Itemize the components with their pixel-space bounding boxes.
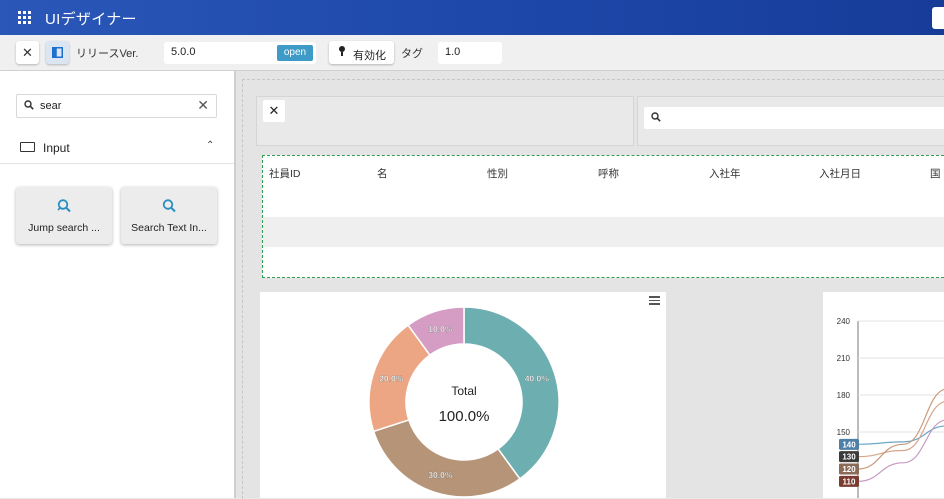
column-header[interactable]: 呼称 bbox=[598, 166, 619, 181]
component-label: Search Text In... bbox=[131, 222, 207, 234]
column-header[interactable]: 性別 bbox=[487, 166, 508, 181]
version-input[interactable]: 5.0.0 open bbox=[164, 42, 316, 64]
enable-label: 有効化 bbox=[353, 50, 386, 62]
column-header[interactable]: 入社年 bbox=[709, 166, 741, 181]
clear-search-icon[interactable]: ✕ bbox=[197, 97, 209, 114]
close-button[interactable]: ✕ bbox=[16, 41, 39, 64]
canvas-close-button[interactable]: ✕ bbox=[263, 100, 285, 122]
value-label: 120 bbox=[842, 465, 856, 474]
component-sidebar: sear ✕ Input ⌃ Jump search ... Search Te… bbox=[0, 71, 235, 498]
donut-slice-label: 10.0% bbox=[428, 324, 453, 334]
open-button[interactable]: open bbox=[277, 45, 313, 61]
series-line bbox=[857, 425, 944, 445]
column-header[interactable]: 名 bbox=[377, 166, 388, 181]
tag-label: タグ bbox=[401, 48, 423, 60]
toolbar: ✕ リリースVer. 5.0.0 open 有効化 タグ 1.0 bbox=[0, 35, 944, 71]
toggle-panel-button[interactable] bbox=[46, 41, 69, 64]
column-header[interactable]: 社員ID bbox=[269, 166, 301, 181]
donut-slice-label: 20.0% bbox=[379, 373, 404, 383]
header-action-button[interactable] bbox=[932, 7, 944, 29]
canvas-search-input[interactable] bbox=[644, 107, 944, 129]
y-tick-label: 180 bbox=[837, 391, 851, 400]
employee-table[interactable]: 社員ID 名 性別 呼称 入社年 入社月日 国 bbox=[262, 155, 944, 278]
panel-toggle-icon bbox=[52, 47, 63, 58]
layout-cell[interactable] bbox=[256, 96, 634, 146]
tag-input[interactable]: 1.0 bbox=[438, 42, 502, 64]
table-row[interactable] bbox=[263, 187, 944, 218]
table-row[interactable] bbox=[263, 247, 944, 277]
donut-center-label: Total bbox=[451, 384, 476, 398]
close-icon: ✕ bbox=[22, 44, 33, 60]
version-value: 5.0.0 bbox=[171, 46, 196, 58]
y-tick-label: 150 bbox=[837, 428, 851, 437]
input-icon bbox=[20, 142, 35, 152]
donut-slice[interactable] bbox=[372, 418, 521, 498]
column-header[interactable]: 国 bbox=[930, 166, 941, 181]
tag-value: 1.0 bbox=[445, 46, 461, 58]
category-label: Input bbox=[43, 141, 70, 155]
apps-grid-icon[interactable] bbox=[18, 11, 31, 24]
component-search-input[interactable]: sear ✕ bbox=[16, 94, 217, 118]
pin-icon bbox=[339, 46, 345, 56]
series-line bbox=[857, 389, 944, 470]
enable-button[interactable]: 有効化 bbox=[329, 41, 394, 64]
donut-slice[interactable] bbox=[463, 306, 560, 480]
table-header: 社員ID 名 性別 呼称 入社年 入社月日 国 bbox=[263, 156, 944, 188]
app-title: UIデザイナー bbox=[45, 11, 137, 28]
component-jump-search[interactable]: Jump search ... bbox=[16, 187, 112, 244]
close-icon: ✕ bbox=[268, 103, 280, 118]
search-icon bbox=[162, 199, 176, 213]
series-line bbox=[857, 401, 944, 458]
search-icon bbox=[651, 112, 661, 122]
y-tick-label: 210 bbox=[837, 354, 851, 363]
jump-search-icon bbox=[57, 199, 71, 213]
donut-center-value: 100.0% bbox=[439, 408, 490, 425]
chevron-up-icon[interactable]: ⌃ bbox=[206, 140, 214, 151]
app-header: UIデザイナー bbox=[0, 0, 944, 35]
category-input[interactable]: Input ⌃ bbox=[0, 133, 234, 164]
search-query: sear bbox=[40, 100, 62, 112]
release-version-label: リリースVer. bbox=[76, 48, 139, 60]
line-chart: 240 210 180 150 140 130 120 110 bbox=[837, 317, 944, 498]
donut-slice-label: 30.0% bbox=[428, 470, 453, 480]
value-label: 130 bbox=[842, 453, 856, 462]
component-label: Jump search ... bbox=[28, 222, 100, 234]
component-search-text-input[interactable]: Search Text In... bbox=[121, 187, 217, 244]
value-label: 110 bbox=[843, 477, 856, 486]
column-header[interactable]: 入社月日 bbox=[819, 166, 861, 181]
donut-chart: 40.0% 30.0% 20.0% 10.0% Total 100.0% bbox=[368, 306, 560, 498]
value-label: 140 bbox=[842, 440, 856, 449]
search-icon bbox=[24, 100, 34, 110]
table-row[interactable] bbox=[263, 217, 944, 248]
donut-slice-label: 40.0% bbox=[525, 373, 550, 383]
y-tick-label: 240 bbox=[837, 317, 851, 326]
